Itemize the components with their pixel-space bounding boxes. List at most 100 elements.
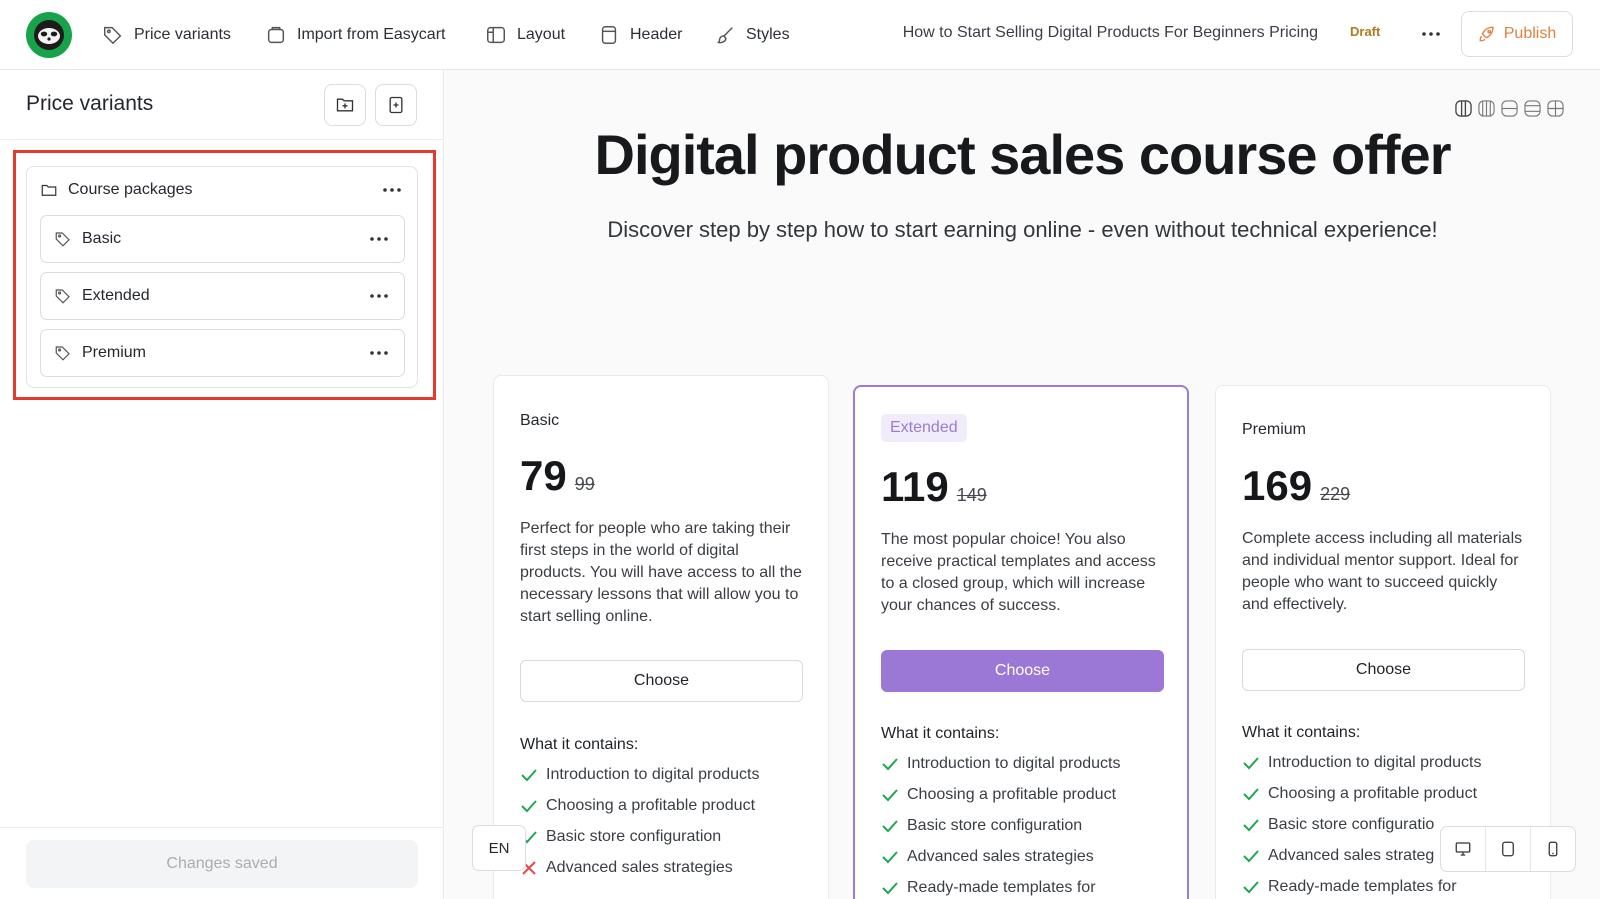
page-subheadline[interactable]: Discover step by step how to start earni…: [445, 217, 1600, 243]
variant-item-premium[interactable]: Premium: [40, 329, 405, 377]
check-icon: [1243, 757, 1259, 770]
variant-item-basic[interactable]: Basic: [40, 215, 405, 263]
nav-label: Layout: [517, 26, 566, 43]
current-price: 169: [1242, 462, 1313, 509]
folder-more-button[interactable]: [381, 179, 403, 201]
feature-item: Basic store configuratio: [1242, 816, 1434, 834]
changes-saved-status: Changes saved: [26, 840, 418, 888]
feature-text: Advanced sales strategies: [546, 859, 733, 876]
feature-text: Basic store configuration: [546, 828, 722, 845]
page-headline[interactable]: Digital product sales course offer: [445, 122, 1600, 187]
feature-item: Choosing a profitable product: [881, 786, 1116, 804]
sidebar-title: Price variants: [26, 92, 154, 115]
check-icon: [521, 800, 537, 813]
layout-rows-icon[interactable]: [1501, 100, 1518, 117]
feature-item: Basic store configuration: [881, 817, 1082, 835]
check-icon: [882, 820, 898, 833]
device-preview-switcher: [1440, 826, 1576, 872]
check-icon: [521, 769, 537, 782]
more-icon: [383, 188, 401, 192]
layout-four-columns-icon[interactable]: [1478, 100, 1495, 117]
check-icon: [882, 851, 898, 864]
tag-icon: [104, 26, 122, 45]
check-icon: [882, 882, 898, 895]
nav-header[interactable]: Header: [598, 0, 682, 70]
choose-button[interactable]: Choose: [881, 650, 1164, 692]
variant-label: Basic: [82, 230, 122, 247]
check-icon: [1243, 881, 1259, 894]
layout-grid-icon[interactable]: [1547, 100, 1564, 117]
feature-item: Ready-made templates for: [881, 879, 1096, 897]
variant-more-button[interactable]: [368, 285, 390, 307]
layout-columns-icon[interactable]: [1455, 100, 1472, 117]
feature-item: Introduction to digital products: [1242, 754, 1481, 772]
current-price: 79: [520, 452, 567, 499]
more-icon: [1422, 32, 1440, 36]
nav-label: Import from Easycart: [297, 26, 446, 43]
feature-text: Introduction to digital products: [907, 755, 1121, 772]
feature-text: Basic store configuration: [907, 817, 1083, 834]
publish-button[interactable]: Publish: [1461, 11, 1573, 57]
add-folder-button[interactable]: [324, 84, 366, 126]
feature-item: Choosing a profitable product: [1242, 785, 1477, 803]
plan-price: 169 229: [1242, 462, 1350, 510]
pricing-card-premium[interactable]: Premium 169 229 Complete access including…: [1215, 385, 1551, 899]
folder-header[interactable]: Course packages: [27, 167, 417, 213]
feature-text: Basic store configuratio: [1268, 816, 1435, 833]
more-options-button[interactable]: [1419, 22, 1443, 46]
feature-item: Choosing a profitable product: [520, 797, 755, 815]
feature-text: Choosing a profitable product: [907, 786, 1117, 803]
top-bar: Price variants Import from Easycart Layo…: [0, 0, 1600, 70]
add-variant-button[interactable]: [375, 84, 417, 126]
app-logo[interactable]: [26, 12, 72, 58]
nav-layout[interactable]: Layout: [485, 0, 565, 70]
feature-text: Ready-made templates for: [907, 879, 1096, 896]
more-icon: [370, 351, 388, 355]
choose-button[interactable]: Choose: [1242, 649, 1525, 691]
brush-icon: [717, 27, 733, 44]
import-icon: [267, 26, 285, 44]
contains-label: What it contains:: [520, 736, 639, 753]
variant-label: Extended: [82, 287, 150, 304]
desktop-icon: [1455, 842, 1471, 856]
more-icon: [370, 237, 388, 241]
pricing-card-extended[interactable]: Extended 119 149 The most popular choice!…: [853, 385, 1189, 899]
rocket-icon: [1479, 26, 1494, 42]
variant-item-extended[interactable]: Extended: [40, 272, 405, 320]
choose-button[interactable]: Choose: [520, 660, 803, 702]
pricing-card-basic[interactable]: Basic 79 99 Perfect for people who are ta…: [493, 375, 829, 899]
old-price: 149: [956, 485, 987, 505]
language-switcher[interactable]: EN: [472, 825, 526, 871]
plan-description: Perfect for people who are taking their …: [520, 520, 802, 625]
document-title: How to Start Selling Digital Products Fo…: [902, 24, 1318, 41]
tag-icon: [55, 232, 70, 247]
header-icon: [601, 26, 617, 44]
check-icon: [1243, 788, 1259, 801]
nav-price-variants[interactable]: Price variants: [102, 0, 231, 70]
variant-more-button[interactable]: [368, 228, 390, 250]
tablet-icon: [1502, 841, 1514, 857]
plan-name: Basic: [520, 412, 560, 429]
nav-label: Header: [630, 26, 683, 43]
status-badge: Draft: [1350, 24, 1381, 39]
folder-icon: [41, 184, 57, 196]
check-icon: [1243, 850, 1259, 863]
check-icon: [882, 758, 898, 771]
nav-styles[interactable]: Styles: [714, 0, 790, 70]
plan-description: The most popular choice! You also receiv…: [881, 531, 1156, 614]
sidebar-footer: Changes saved: [0, 827, 443, 899]
mobile-view-button[interactable]: [1531, 827, 1575, 871]
contains-label: What it contains:: [881, 725, 1000, 742]
plan-price: 79 99: [520, 452, 595, 500]
tablet-view-button[interactable]: [1486, 827, 1531, 871]
nav-import-easycart[interactable]: Import from Easycart: [265, 0, 445, 70]
page-preview-canvas: Digital product sales course offer Disco…: [445, 70, 1600, 899]
variant-more-button[interactable]: [368, 342, 390, 364]
plan-name: Premium: [1242, 421, 1307, 438]
layout-stack-icon[interactable]: [1524, 100, 1541, 117]
feature-text: Ready-made templates for: [1268, 878, 1457, 895]
check-icon: [882, 789, 898, 802]
mobile-icon: [1548, 841, 1558, 857]
current-price: 119: [881, 463, 949, 510]
desktop-view-button[interactable]: [1441, 827, 1486, 871]
